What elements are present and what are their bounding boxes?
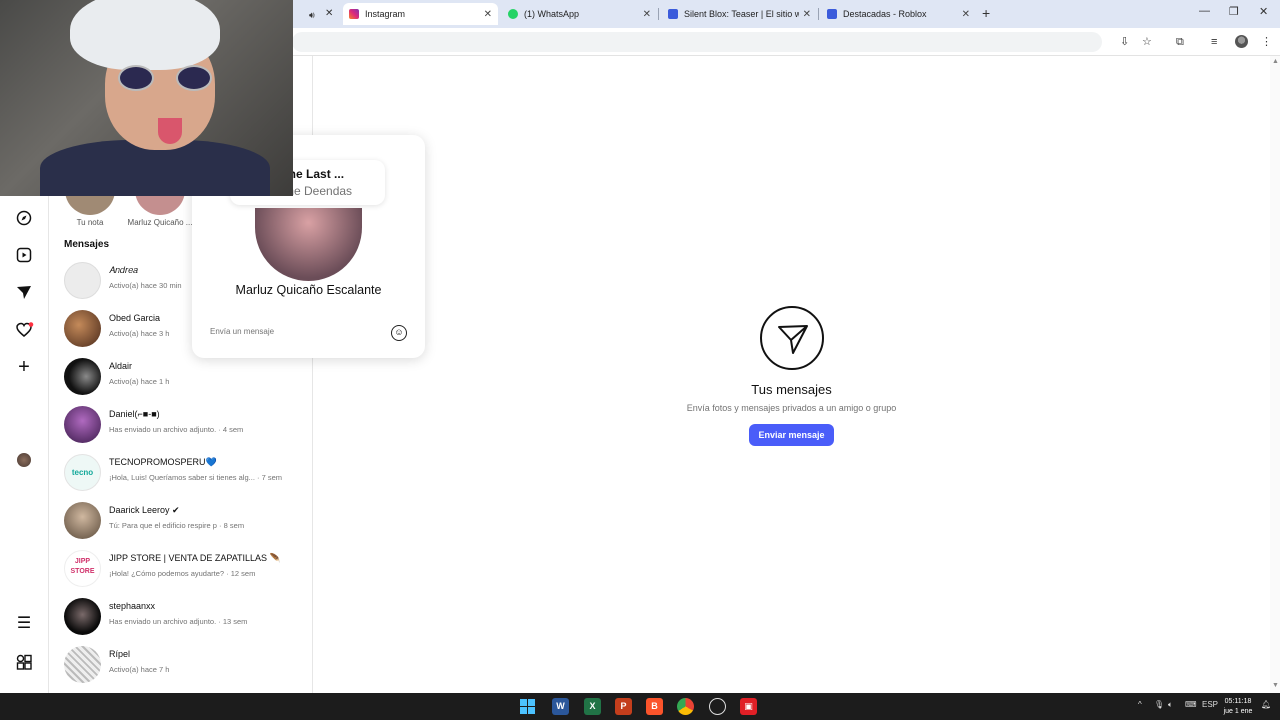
close-icon[interactable]: ✕ (484, 9, 492, 20)
conversation-item[interactable]: Daarick Leeroy ✔ Tú: Para que el edifici… (64, 500, 304, 540)
note-owner-name: Marluz Quicaño Escalante (235, 283, 382, 297)
notifications-bell-icon[interactable]: 🔔︎ (1261, 700, 1271, 709)
avatar (64, 262, 101, 299)
whatsapp-icon (508, 9, 518, 19)
obs-icon[interactable] (709, 698, 726, 715)
address-bar[interactable] (292, 32, 1102, 52)
emoji-icon[interactable]: ☺ (391, 325, 407, 341)
tab-close-icon[interactable]: ✕ (325, 7, 333, 21)
scroll-up-icon[interactable]: ▲ (1272, 58, 1279, 65)
note-owner-avatar[interactable] (255, 208, 362, 281)
clock[interactable]: 05:11:18 jue 1 ene (1218, 697, 1258, 717)
brave-icon[interactable]: B (646, 698, 663, 715)
close-icon[interactable]: ✕ (643, 9, 651, 20)
tray-overflow-icon[interactable]: ^ (1138, 700, 1142, 709)
profile-avatar[interactable] (1235, 35, 1248, 48)
excel-icon[interactable]: X (584, 698, 601, 715)
webcam-overlay (0, 0, 293, 196)
direct-messages-icon[interactable] (16, 284, 32, 300)
install-app-icon[interactable]: ⇩ (1120, 35, 1129, 49)
new-tab-icon[interactable]: + (982, 5, 990, 21)
conversation-item[interactable]: Daniel(⌐■-■) Has enviado un archivo adju… (64, 404, 304, 444)
tab-silent-blox[interactable]: Silent Blox: Teaser | El sitio web ✕ (662, 3, 817, 25)
meta-apps-icon[interactable] (16, 654, 32, 670)
tab-instagram[interactable]: Instagram ✕ (343, 3, 498, 25)
extensions-icon[interactable]: ⧉ (1176, 35, 1184, 49)
avatar (64, 406, 101, 443)
close-icon[interactable]: ✕ (803, 9, 811, 20)
restore-icon[interactable]: ❐ (1229, 5, 1239, 18)
roblox-icon (668, 9, 678, 19)
word-icon[interactable]: W (552, 698, 569, 715)
roblox-icon (827, 9, 837, 19)
note-reply-input[interactable] (210, 327, 380, 336)
conversation-item[interactable]: JIPP STORE JIPP STORE | VENTA DE ZAPATILL… (64, 548, 304, 588)
tab-roblox[interactable]: Destacadas - Roblox ✕ (821, 3, 976, 25)
volume-icon[interactable]: 🔈︎ (1168, 700, 1173, 710)
minimize-icon[interactable]: — (1199, 5, 1210, 17)
empty-conversation-view: Tus mensajes Envía fotos y mensajes priv… (313, 56, 1270, 693)
avatar-jipp-logo: JIPP STORE (64, 550, 101, 587)
profile-avatar-small[interactable] (17, 453, 31, 467)
audio-playing-icon[interactable]: 🔊︎ (309, 8, 315, 22)
conversation-item[interactable]: Aldair Activo(a) hace 1 h (64, 356, 304, 396)
close-icon[interactable]: ✕ (962, 9, 970, 20)
notifications-heart-icon[interactable] (16, 322, 34, 338)
scroll-down-icon[interactable]: ▼ (1272, 682, 1279, 689)
avatar (64, 598, 101, 635)
instagram-icon (349, 9, 359, 19)
send-message-button[interactable]: Enviar mensaje (749, 424, 834, 446)
reels-icon[interactable] (16, 247, 32, 263)
messages-heading: Mensajes (64, 239, 110, 250)
conversation-item[interactable]: tecno TECNOPROMOSPERU💙 ¡Hola, Luis! Quer… (64, 452, 304, 492)
conversation-item[interactable]: stephaanxx Has enviado un archivo adjunt… (64, 596, 304, 636)
more-menu-icon[interactable]: ⋮ (1261, 35, 1272, 49)
avatar (64, 310, 101, 347)
roblox-studio-icon[interactable]: ▣ (740, 698, 757, 715)
more-menu-hamburger-icon[interactable]: ☰ (16, 616, 32, 632)
create-plus-icon[interactable]: + (16, 357, 32, 377)
windows-taskbar: W X P B ▣ ^ 🎙︎ 🔈︎ ⌨︎ ESP 05:11:18 jue 1 … (0, 693, 1280, 720)
language-indicator[interactable]: ESP (1202, 700, 1218, 709)
powerpoint-icon[interactable]: P (615, 698, 632, 715)
microphone-icon[interactable]: 🎙︎ (1154, 700, 1164, 709)
avatar (64, 358, 101, 395)
explore-icon[interactable] (16, 210, 32, 226)
windows-start-icon[interactable] (519, 698, 536, 715)
empty-title: Tus mensajes (751, 382, 832, 397)
bookmark-star-icon[interactable]: ☆ (1142, 35, 1152, 49)
window-close-icon[interactable]: ✕ (1259, 5, 1268, 18)
tab-whatsapp[interactable]: (1) WhatsApp ✕ (502, 3, 657, 25)
empty-subtitle: Envía fotos y mensajes privados a un ami… (686, 403, 897, 413)
avatar (64, 646, 101, 683)
network-icon[interactable]: ⌨︎ (1185, 700, 1197, 709)
page-scrollbar[interactable]: ▲ ▼ (1270, 56, 1280, 693)
avatar-tecno-logo: tecno (64, 454, 101, 491)
media-control-icon[interactable]: ≡ (1211, 35, 1217, 49)
messenger-outline-icon (760, 306, 824, 370)
avatar (64, 502, 101, 539)
conversation-item[interactable]: Rípel Activo(a) hace 7 h (64, 644, 304, 684)
chrome-icon[interactable] (677, 698, 694, 715)
